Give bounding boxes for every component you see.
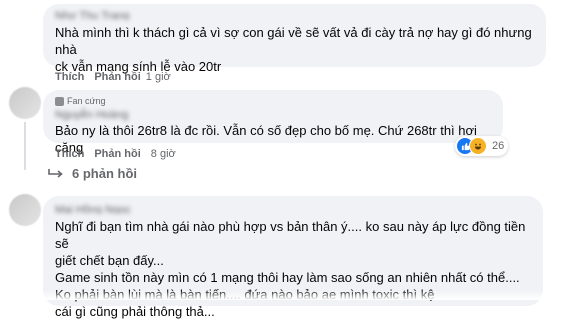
reply-arrow-icon	[48, 168, 63, 178]
haha-reaction-icon	[469, 137, 487, 155]
avatar[interactable]	[9, 194, 41, 226]
comment-text: Nhà mình thì k thách gì cả vì sợ con gái…	[55, 25, 532, 74]
badge-icon	[55, 96, 64, 106]
comment-bubble: Fan cứng Nguyễn Hoàng Bảo ny là thôi 26t…	[43, 90, 503, 155]
reply-button[interactable]: Phản hồi	[94, 148, 140, 160]
comment-author[interactable]: Như Thu Trang	[55, 10, 534, 20]
like-button[interactable]: Thích	[55, 148, 84, 160]
bottom-fade	[0, 290, 580, 300]
comment-timestamp[interactable]: 1 giờ	[146, 71, 171, 83]
view-replies-button[interactable]: 6 phản hồi	[48, 166, 137, 181]
fan-badge: Fan cứng	[55, 95, 491, 107]
comment-text: Nghĩ đi bạn tìm nhà gái nào phù hợp vs b…	[55, 219, 526, 319]
reaction-summary[interactable]: 26	[455, 136, 509, 156]
avatar[interactable]	[9, 87, 41, 119]
comment-bubble: Như Thu Trang Nhà mình thì k thách gì cả…	[43, 4, 546, 74]
reply-button[interactable]: Phản hồi	[94, 71, 140, 83]
like-button[interactable]: Thích	[55, 71, 84, 83]
comment-actions: Thích Phản hồi 1 giờ	[55, 71, 171, 83]
reaction-count: 26	[492, 140, 505, 152]
badge-label: Fan cứng	[67, 96, 106, 106]
replies-label: 6 phản hồi	[72, 166, 137, 181]
comment-author[interactable]: Mai Hồng Ngọc	[55, 204, 531, 214]
thread-line	[24, 122, 26, 170]
comment-timestamp[interactable]: 8 giờ	[151, 148, 176, 160]
comment-actions: Thích Phản hồi 8 giờ	[55, 148, 176, 160]
comment-author[interactable]: Nguyễn Hoàng	[55, 109, 491, 121]
